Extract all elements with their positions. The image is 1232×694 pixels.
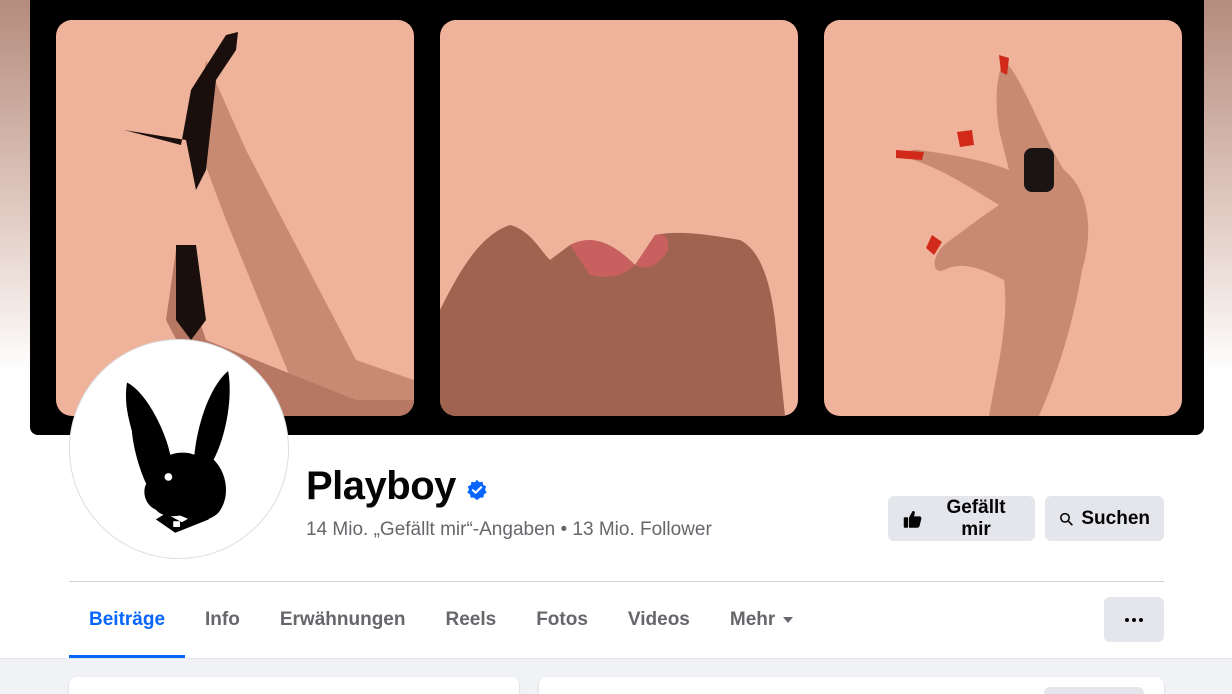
tab-label: Mehr bbox=[729, 609, 776, 630]
tab-photos[interactable]: Fotos bbox=[516, 582, 608, 658]
page-title: Playboy bbox=[306, 464, 456, 508]
search-page-button[interactable]: Suchen bbox=[1045, 496, 1164, 541]
tab-label: Erwähnungen bbox=[279, 609, 406, 630]
tab-label: Fotos bbox=[536, 609, 588, 630]
page-stats: 14 Mio. „Gefällt mir“-Angaben • 13 Mio. … bbox=[306, 519, 712, 540]
profile-avatar[interactable] bbox=[70, 340, 288, 558]
like-page-button[interactable]: Gefällt mir bbox=[888, 496, 1035, 541]
search-icon bbox=[1060, 512, 1073, 526]
tab-label: Videos bbox=[627, 609, 690, 630]
ellipsis-icon bbox=[1125, 617, 1129, 622]
tab-label: Info bbox=[205, 609, 240, 630]
thumbs-up-icon bbox=[903, 510, 922, 528]
ellipsis-icon bbox=[1132, 617, 1136, 622]
filter-button[interactable] bbox=[1044, 687, 1144, 694]
cover-panel-face bbox=[440, 20, 798, 416]
cover-panel-hand bbox=[824, 20, 1182, 416]
page-name-row: Playboy bbox=[306, 464, 488, 509]
like-button-label: Gefällt mir bbox=[946, 496, 1006, 540]
tab-label: Beiträge bbox=[89, 609, 166, 630]
ellipsis-icon bbox=[1139, 617, 1143, 622]
more-options-button[interactable] bbox=[1104, 597, 1164, 642]
profile-tabs: Beiträge Info Erwähnungen Reels Fotos Vi… bbox=[69, 582, 813, 658]
tab-mentions[interactable]: Erwähnungen bbox=[260, 582, 426, 658]
tab-label: Reels bbox=[445, 609, 497, 630]
tab-reels[interactable]: Reels bbox=[425, 582, 516, 658]
playboy-bunny-logo bbox=[125, 370, 230, 533]
tab-videos[interactable]: Videos bbox=[608, 582, 710, 658]
tab-more[interactable]: Mehr bbox=[710, 582, 813, 658]
search-button-label: Suchen bbox=[1081, 507, 1150, 529]
intro-card bbox=[69, 677, 519, 694]
tab-posts[interactable]: Beiträge bbox=[69, 582, 186, 658]
verified-badge-icon bbox=[467, 479, 487, 500]
tab-info[interactable]: Info bbox=[185, 582, 260, 658]
caret-down-icon bbox=[783, 617, 794, 623]
